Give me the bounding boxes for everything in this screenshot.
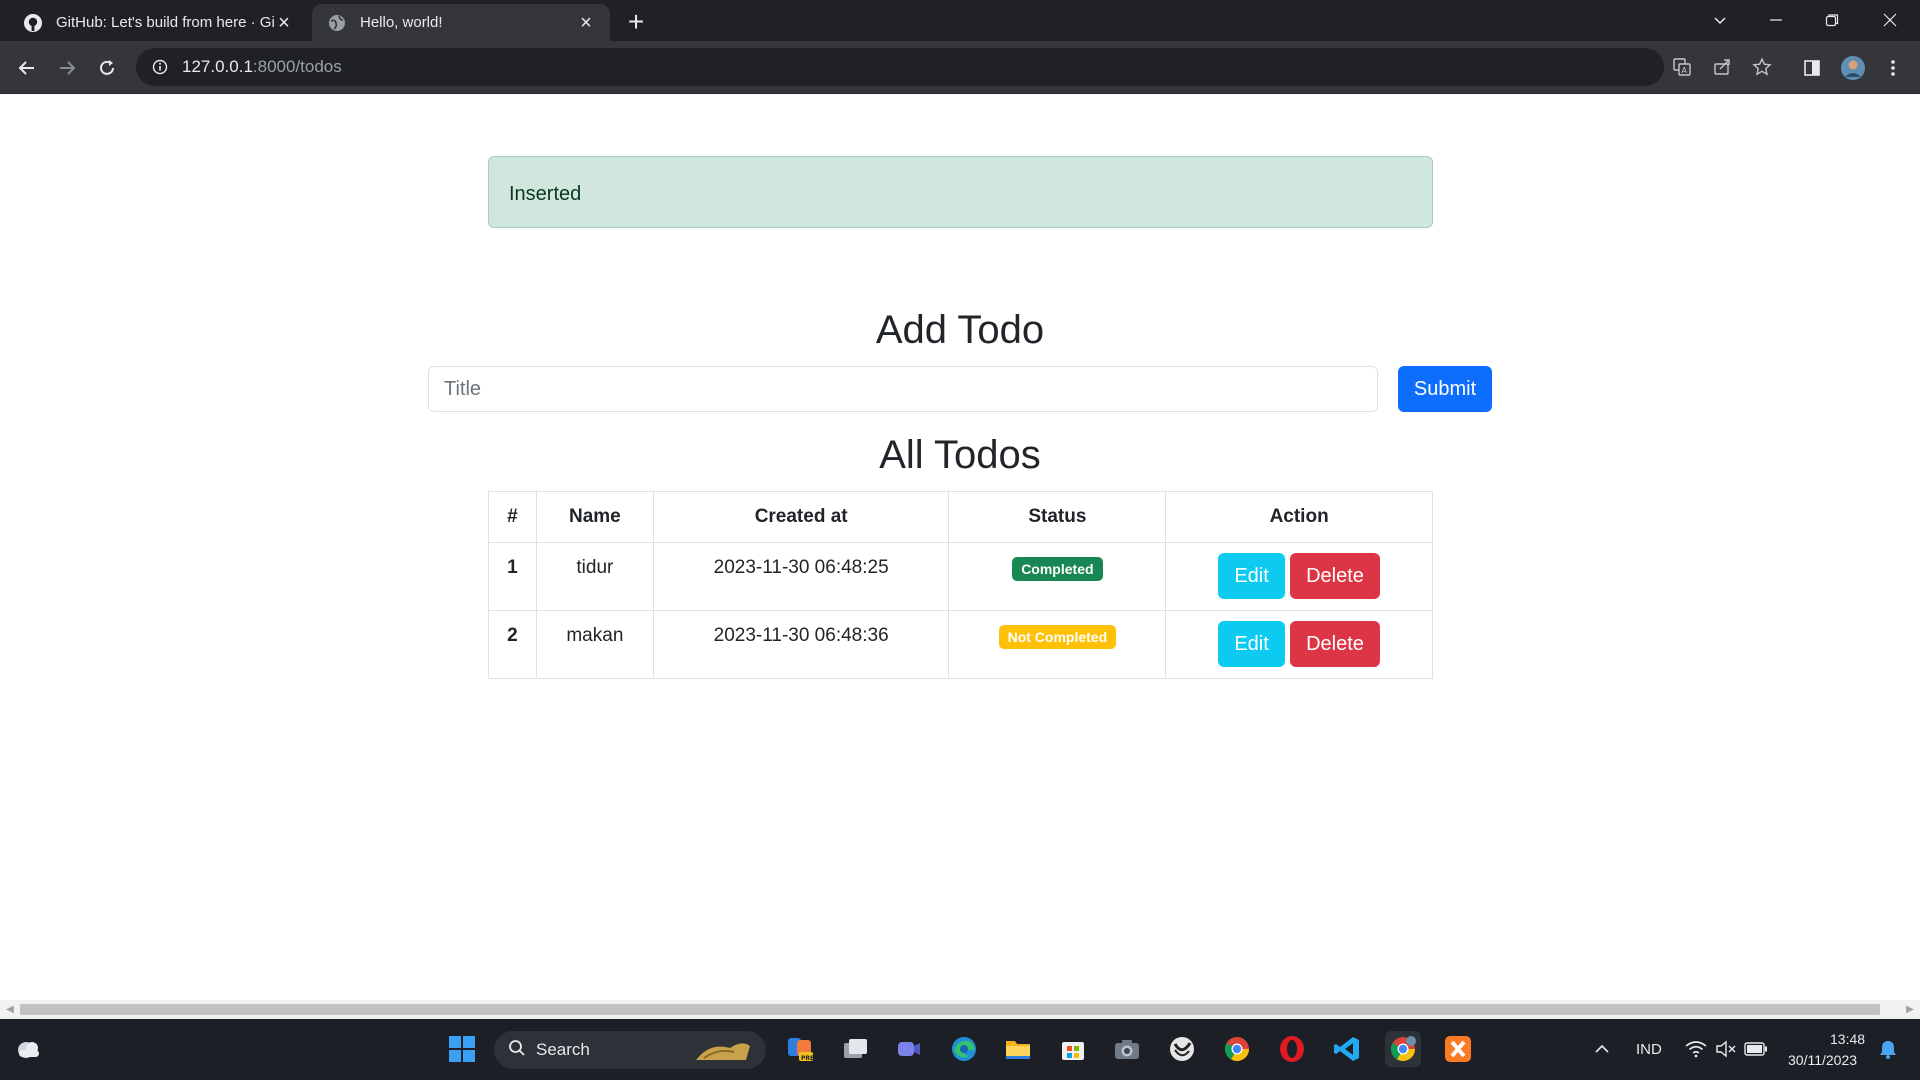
notification-bell-icon[interactable]: [1870, 1031, 1906, 1067]
side-panel-icon[interactable]: [1795, 51, 1829, 85]
scroll-left-icon[interactable]: ◀: [5, 1004, 15, 1015]
tab-title: Hello, world!: [360, 14, 443, 31]
edge-icon[interactable]: [946, 1031, 982, 1067]
alert-text: Inserted: [509, 183, 582, 205]
copilot-icon[interactable]: PRE: [782, 1031, 818, 1067]
close-icon[interactable]: ×: [274, 13, 294, 33]
submit-button[interactable]: Submit: [1398, 366, 1492, 412]
clock-time[interactable]: 13:48: [1830, 1031, 1865, 1047]
column-header-created-at: Created at: [652, 491, 950, 543]
edit-button[interactable]: Edit: [1218, 553, 1285, 599]
taskbar-search[interactable]: Search: [494, 1031, 766, 1069]
column-header-status: Status: [948, 491, 1167, 543]
title-input[interactable]: [428, 366, 1378, 412]
close-icon[interactable]: ×: [576, 13, 596, 33]
tab-hello-world[interactable]: Hello, world! ×: [312, 4, 610, 41]
menu-icon[interactable]: [1876, 51, 1910, 85]
forward-icon[interactable]: [52, 53, 82, 83]
url-host: 127.0.0.1: [182, 57, 253, 76]
opera-icon[interactable]: [1274, 1031, 1310, 1067]
todo-status-cell: Completed: [948, 542, 1167, 611]
success-alert: Inserted: [488, 156, 1433, 228]
status-badge: Not Completed: [998, 625, 1117, 649]
page-content: Inserted Add Todo Submit All Todos # Nam…: [0, 95, 1920, 1000]
add-todo-heading: Add Todo: [875, 308, 1045, 352]
language-indicator[interactable]: IND: [1636, 1041, 1662, 1058]
todo-created-at: 2023-11-30 06:48:25: [652, 542, 950, 611]
task-view-icon[interactable]: [837, 1031, 873, 1067]
translate-icon[interactable]: A: [1664, 49, 1700, 85]
todo-created-at: 2023-11-30 06:48:36: [652, 610, 950, 679]
xampp-icon[interactable]: [1440, 1031, 1476, 1067]
todo-name: tidur: [535, 542, 654, 611]
table-header-row: # Name Created at Status Action: [488, 491, 1433, 543]
all-todos-heading: All Todos: [879, 433, 1041, 477]
column-header-action: Action: [1165, 491, 1433, 543]
url-path: :8000/todos: [252, 57, 342, 76]
row-number: 1: [488, 542, 537, 611]
new-tab-icon[interactable]: +: [622, 8, 650, 37]
window-close-icon[interactable]: [1870, 6, 1910, 34]
table-row: 1 tidur 2023-11-30 06:48:25 Completed Ed…: [488, 542, 1433, 611]
share-icon[interactable]: [1704, 49, 1740, 85]
chrome-icon[interactable]: [1219, 1031, 1255, 1067]
windows-taskbar: Search PRE IND 13:48 30/11/2023: [0, 1019, 1920, 1080]
tab-search-icon[interactable]: [1700, 6, 1740, 34]
horizontal-scrollbar[interactable]: ◀ ▶: [0, 1000, 1920, 1019]
windows-start-icon[interactable]: [444, 1031, 480, 1067]
browser-toolbar: 127.0.0.1:8000/todos A: [0, 41, 1920, 94]
row-number: 2: [488, 610, 537, 679]
tab-title: GitHub: Let's build from here · GitHub: [56, 14, 274, 31]
minimize-icon[interactable]: [1756, 6, 1796, 34]
delete-button[interactable]: Delete: [1290, 553, 1380, 599]
url-text: 127.0.0.1:8000/todos: [182, 57, 342, 77]
search-label: Search: [536, 1040, 590, 1059]
table-row: 2 makan 2023-11-30 06:48:36 Not Complete…: [488, 610, 1433, 679]
site-info-icon[interactable]: [150, 57, 170, 77]
microsoft-store-icon[interactable]: [1055, 1031, 1091, 1067]
vscode-icon[interactable]: [1329, 1031, 1365, 1067]
search-icon: [508, 1039, 526, 1062]
column-header-number: #: [488, 491, 537, 543]
svg-text:PRE: PRE: [801, 1055, 814, 1062]
tab-github[interactable]: GitHub: Let's build from here · GitHub ×: [8, 4, 308, 41]
edit-button[interactable]: Edit: [1218, 621, 1285, 667]
warp-terminal-icon[interactable]: [1164, 1031, 1200, 1067]
delete-button[interactable]: Delete: [1290, 621, 1380, 667]
scroll-right-icon[interactable]: ▶: [1905, 1004, 1915, 1015]
browser-tab-bar: GitHub: Let's build from here · GitHub ×…: [0, 0, 1920, 41]
todo-actions-cell: Edit Delete: [1165, 610, 1433, 679]
todos-table: # Name Created at Status Action 1 tidur …: [488, 491, 1433, 679]
column-header-name: Name: [535, 491, 654, 543]
restore-icon[interactable]: [1812, 6, 1852, 34]
svg-text:A: A: [1682, 66, 1688, 75]
profile-avatar[interactable]: [1836, 51, 1870, 85]
camera-icon[interactable]: [1109, 1031, 1145, 1067]
address-bar[interactable]: 127.0.0.1:8000/todos: [136, 48, 1664, 86]
todo-name: makan: [535, 610, 654, 679]
teams-chat-icon[interactable]: [891, 1031, 927, 1067]
weather-icon[interactable]: [10, 1031, 46, 1067]
globe-icon: [326, 12, 348, 34]
todo-actions-cell: Edit Delete: [1165, 542, 1433, 611]
battery-icon[interactable]: [1738, 1031, 1774, 1067]
status-badge: Completed: [1012, 557, 1103, 581]
todo-status-cell: Not Completed: [948, 610, 1167, 679]
file-explorer-icon[interactable]: [1000, 1031, 1036, 1067]
github-icon: [22, 12, 44, 34]
bookmark-star-icon[interactable]: [1744, 49, 1780, 85]
scrollbar-thumb[interactable]: [20, 1004, 1880, 1015]
chrome-profile-icon[interactable]: [1385, 1031, 1421, 1067]
clock-date[interactable]: 30/11/2023: [1788, 1052, 1857, 1068]
back-icon[interactable]: [12, 53, 42, 83]
reload-icon[interactable]: [92, 53, 122, 83]
chevron-up-icon[interactable]: [1584, 1031, 1620, 1067]
search-highlight-icon: [690, 1036, 754, 1069]
